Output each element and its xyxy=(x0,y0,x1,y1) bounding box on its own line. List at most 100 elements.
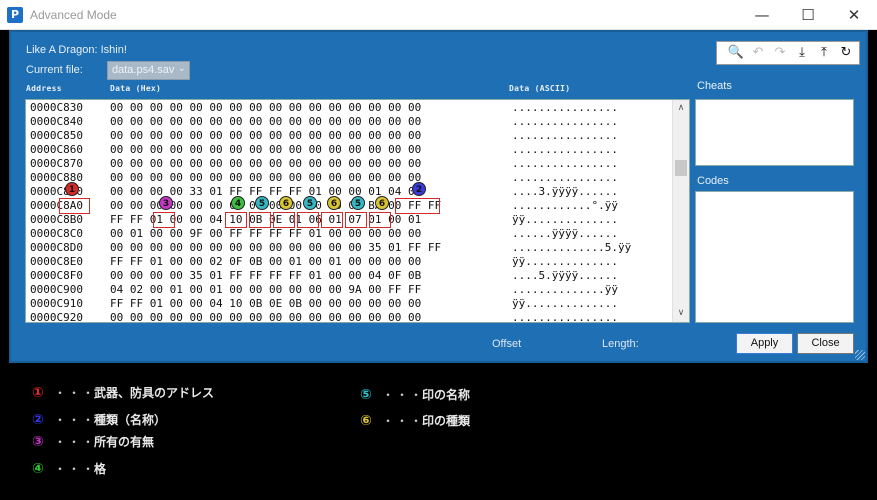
cheats-label: Cheats xyxy=(697,80,732,92)
hex-row-ascii: ................ xyxy=(512,143,618,156)
hex-row-bytes[interactable]: FF FF 01 00 00 02 0F 0B 00 01 00 01 00 0… xyxy=(110,255,421,269)
hex-column-header: Data (Hex) xyxy=(110,84,162,93)
address-column-header: Address xyxy=(26,84,62,93)
marker-9: 6 xyxy=(375,196,389,210)
cheats-list[interactable] xyxy=(695,99,854,166)
legend-text: 武器、防具のアドレス xyxy=(94,386,215,400)
legend-item: ① ・・・武器、防具のアドレス xyxy=(32,384,215,401)
marker-10: 2 xyxy=(412,182,426,196)
legend-item: ④ ・・・格 xyxy=(32,460,107,477)
hex-row-bytes[interactable]: 00 00 00 00 00 00 00 00 00 00 00 00 00 3… xyxy=(110,241,441,255)
minimize-button[interactable]: — xyxy=(739,0,785,30)
hex-row-bytes[interactable]: FF FF 01 00 00 04 10 0B 0E 0B 00 00 00 0… xyxy=(110,297,421,311)
vertical-scrollbar[interactable]: ∧ ∨ xyxy=(672,100,689,322)
toolbar: 🔍 ↶ ↷ ⤓ ⤒ ↻ xyxy=(716,41,860,65)
hex-row-bytes[interactable]: 00 00 00 00 00 00 00 00 00 00 00 00 00 0… xyxy=(110,101,421,115)
hex-row-bytes[interactable]: 04 02 00 01 00 01 00 00 00 00 00 00 9A 0… xyxy=(110,283,421,297)
hex-row-address: 0000C860 xyxy=(30,143,83,156)
highlight-type-name xyxy=(395,198,440,214)
legend-item: ② ・・・種類（名称） xyxy=(32,411,167,428)
legend-dots: ・・・ xyxy=(54,413,97,427)
hex-row-address: 0000C920 xyxy=(30,311,83,323)
hex-row-address: 0000C910 xyxy=(30,297,83,310)
apply-button[interactable]: Apply xyxy=(736,333,793,354)
legend-item: ⑥ ・・・印の種類 xyxy=(360,412,471,429)
refresh-icon[interactable]: ↻ xyxy=(837,44,855,62)
hex-row-bytes[interactable]: 00 00 00 00 00 00 00 00 00 00 00 00 00 0… xyxy=(110,171,421,185)
hex-row-ascii: ................ xyxy=(512,101,618,114)
scroll-down-icon[interactable]: ∨ xyxy=(673,305,689,322)
legend-dots: ・・・ xyxy=(54,462,97,476)
hex-row-bytes[interactable]: 00 00 00 00 35 01 FF FF FF FF 01 00 00 0… xyxy=(110,269,421,283)
maximize-button[interactable]: ☐ xyxy=(785,0,831,30)
highlight-ownership xyxy=(153,212,175,228)
hex-row-bytes[interactable]: 00 01 00 00 9F 00 FF FF FF FF 01 00 00 0… xyxy=(110,227,421,241)
highlight-seal-name-2 xyxy=(297,212,319,228)
hex-row-ascii: ................ xyxy=(512,171,618,184)
offset-label: Offset xyxy=(492,338,522,350)
codes-label: Codes xyxy=(697,175,729,187)
marker-3: 4 xyxy=(231,196,245,210)
scroll-thumb[interactable] xyxy=(675,160,687,176)
hex-row-ascii: ÿÿ.............. xyxy=(512,255,618,268)
length-label: Length: xyxy=(602,338,639,350)
legend-number: ⑥ xyxy=(360,413,372,429)
highlight-seal-type-1 xyxy=(273,212,295,228)
hex-row-address: 0000C8E0 xyxy=(30,255,83,268)
current-file-select[interactable]: data.ps4.sav ⌄ xyxy=(107,61,190,80)
hex-row-ascii: ................ xyxy=(512,157,618,170)
marker-4: 5 xyxy=(255,196,269,210)
marker-2: 3 xyxy=(159,196,173,210)
resize-grip[interactable] xyxy=(855,350,865,360)
legend-text: 格 xyxy=(94,462,107,476)
hex-row-address: 0000C870 xyxy=(30,157,83,170)
codes-textarea[interactable] xyxy=(695,191,854,323)
hex-row-ascii: ....3.ÿÿÿÿ...... xyxy=(512,185,618,198)
hex-row-bytes[interactable]: 00 00 00 00 00 00 00 00 00 00 00 00 00 0… xyxy=(110,143,421,157)
export-icon[interactable]: ⤒ xyxy=(815,44,833,62)
undo-icon[interactable]: ↶ xyxy=(749,44,767,62)
hex-row-ascii: ..............ÿÿ xyxy=(512,283,618,296)
highlight-seal-name-3 xyxy=(345,212,367,228)
legend-number: ② xyxy=(32,412,44,428)
search-icon[interactable]: 🔍 xyxy=(727,44,745,62)
highlight-seal-name-1 xyxy=(249,212,271,228)
hex-row-bytes[interactable]: 00 00 00 00 00 00 00 00 00 00 00 00 00 0… xyxy=(110,115,421,129)
legend-text: 印の名称 xyxy=(422,388,471,402)
legend-text: 種類（名称） xyxy=(94,413,167,427)
hex-row-ascii: ................ xyxy=(512,311,618,323)
hex-row-bytes[interactable]: 00 00 00 00 00 00 00 00 00 00 00 00 00 0… xyxy=(110,129,421,143)
scroll-up-icon[interactable]: ∧ xyxy=(673,100,689,117)
marker-5: 6 xyxy=(279,196,293,210)
hex-row-address: 0000C830 xyxy=(30,101,83,114)
hex-row-ascii: ................ xyxy=(512,129,618,142)
legend-dots: ・・・ xyxy=(382,414,425,428)
hex-row-address: 0000C840 xyxy=(30,115,83,128)
hex-row-address: 0000C900 xyxy=(30,283,83,296)
legend-item: ③ ・・・所有の有無 xyxy=(32,433,154,450)
highlight-grade xyxy=(225,212,247,228)
legend-dots: ・・・ xyxy=(54,386,97,400)
hex-editor[interactable]: 0000C830 00 00 00 00 00 00 00 00 00 00 00… xyxy=(25,99,690,323)
hex-row-bytes[interactable]: 00 00 00 00 00 00 00 00 00 00 00 00 00 0… xyxy=(110,311,421,322)
hex-row-ascii: ..............5.ÿÿ xyxy=(512,241,632,254)
hex-row-address: 0000C8C0 xyxy=(30,227,83,240)
close-button[interactable]: Close xyxy=(797,333,854,354)
marker-7: 6 xyxy=(327,196,341,210)
redo-icon[interactable]: ↷ xyxy=(771,44,789,62)
legend-dots: ・・・ xyxy=(382,388,425,402)
hex-row-bytes[interactable]: 00 00 00 00 00 00 00 00 00 00 00 00 00 0… xyxy=(110,157,421,171)
hex-row-ascii: ....5.ÿÿÿÿ...... xyxy=(512,269,618,282)
legend-number: ① xyxy=(32,385,44,401)
highlight-address xyxy=(59,198,90,214)
import-icon[interactable]: ⤓ xyxy=(793,44,811,62)
hex-row-address: 0000C850 xyxy=(30,129,83,142)
legend-text: 印の種類 xyxy=(422,414,471,428)
hex-row-ascii: ................ xyxy=(512,115,618,128)
hex-row-ascii: ÿÿ.............. xyxy=(512,213,618,226)
game-title: Like A Dragon: Ishin! xyxy=(26,44,127,56)
editor-frame: Like A Dragon: Ishin! Current file: data… xyxy=(9,30,868,363)
title-bar: P Advanced Mode — ☐ ✕ xyxy=(0,0,877,30)
hex-row-address: 0000C8D0 xyxy=(30,241,83,254)
close-window-button[interactable]: ✕ xyxy=(831,0,877,30)
